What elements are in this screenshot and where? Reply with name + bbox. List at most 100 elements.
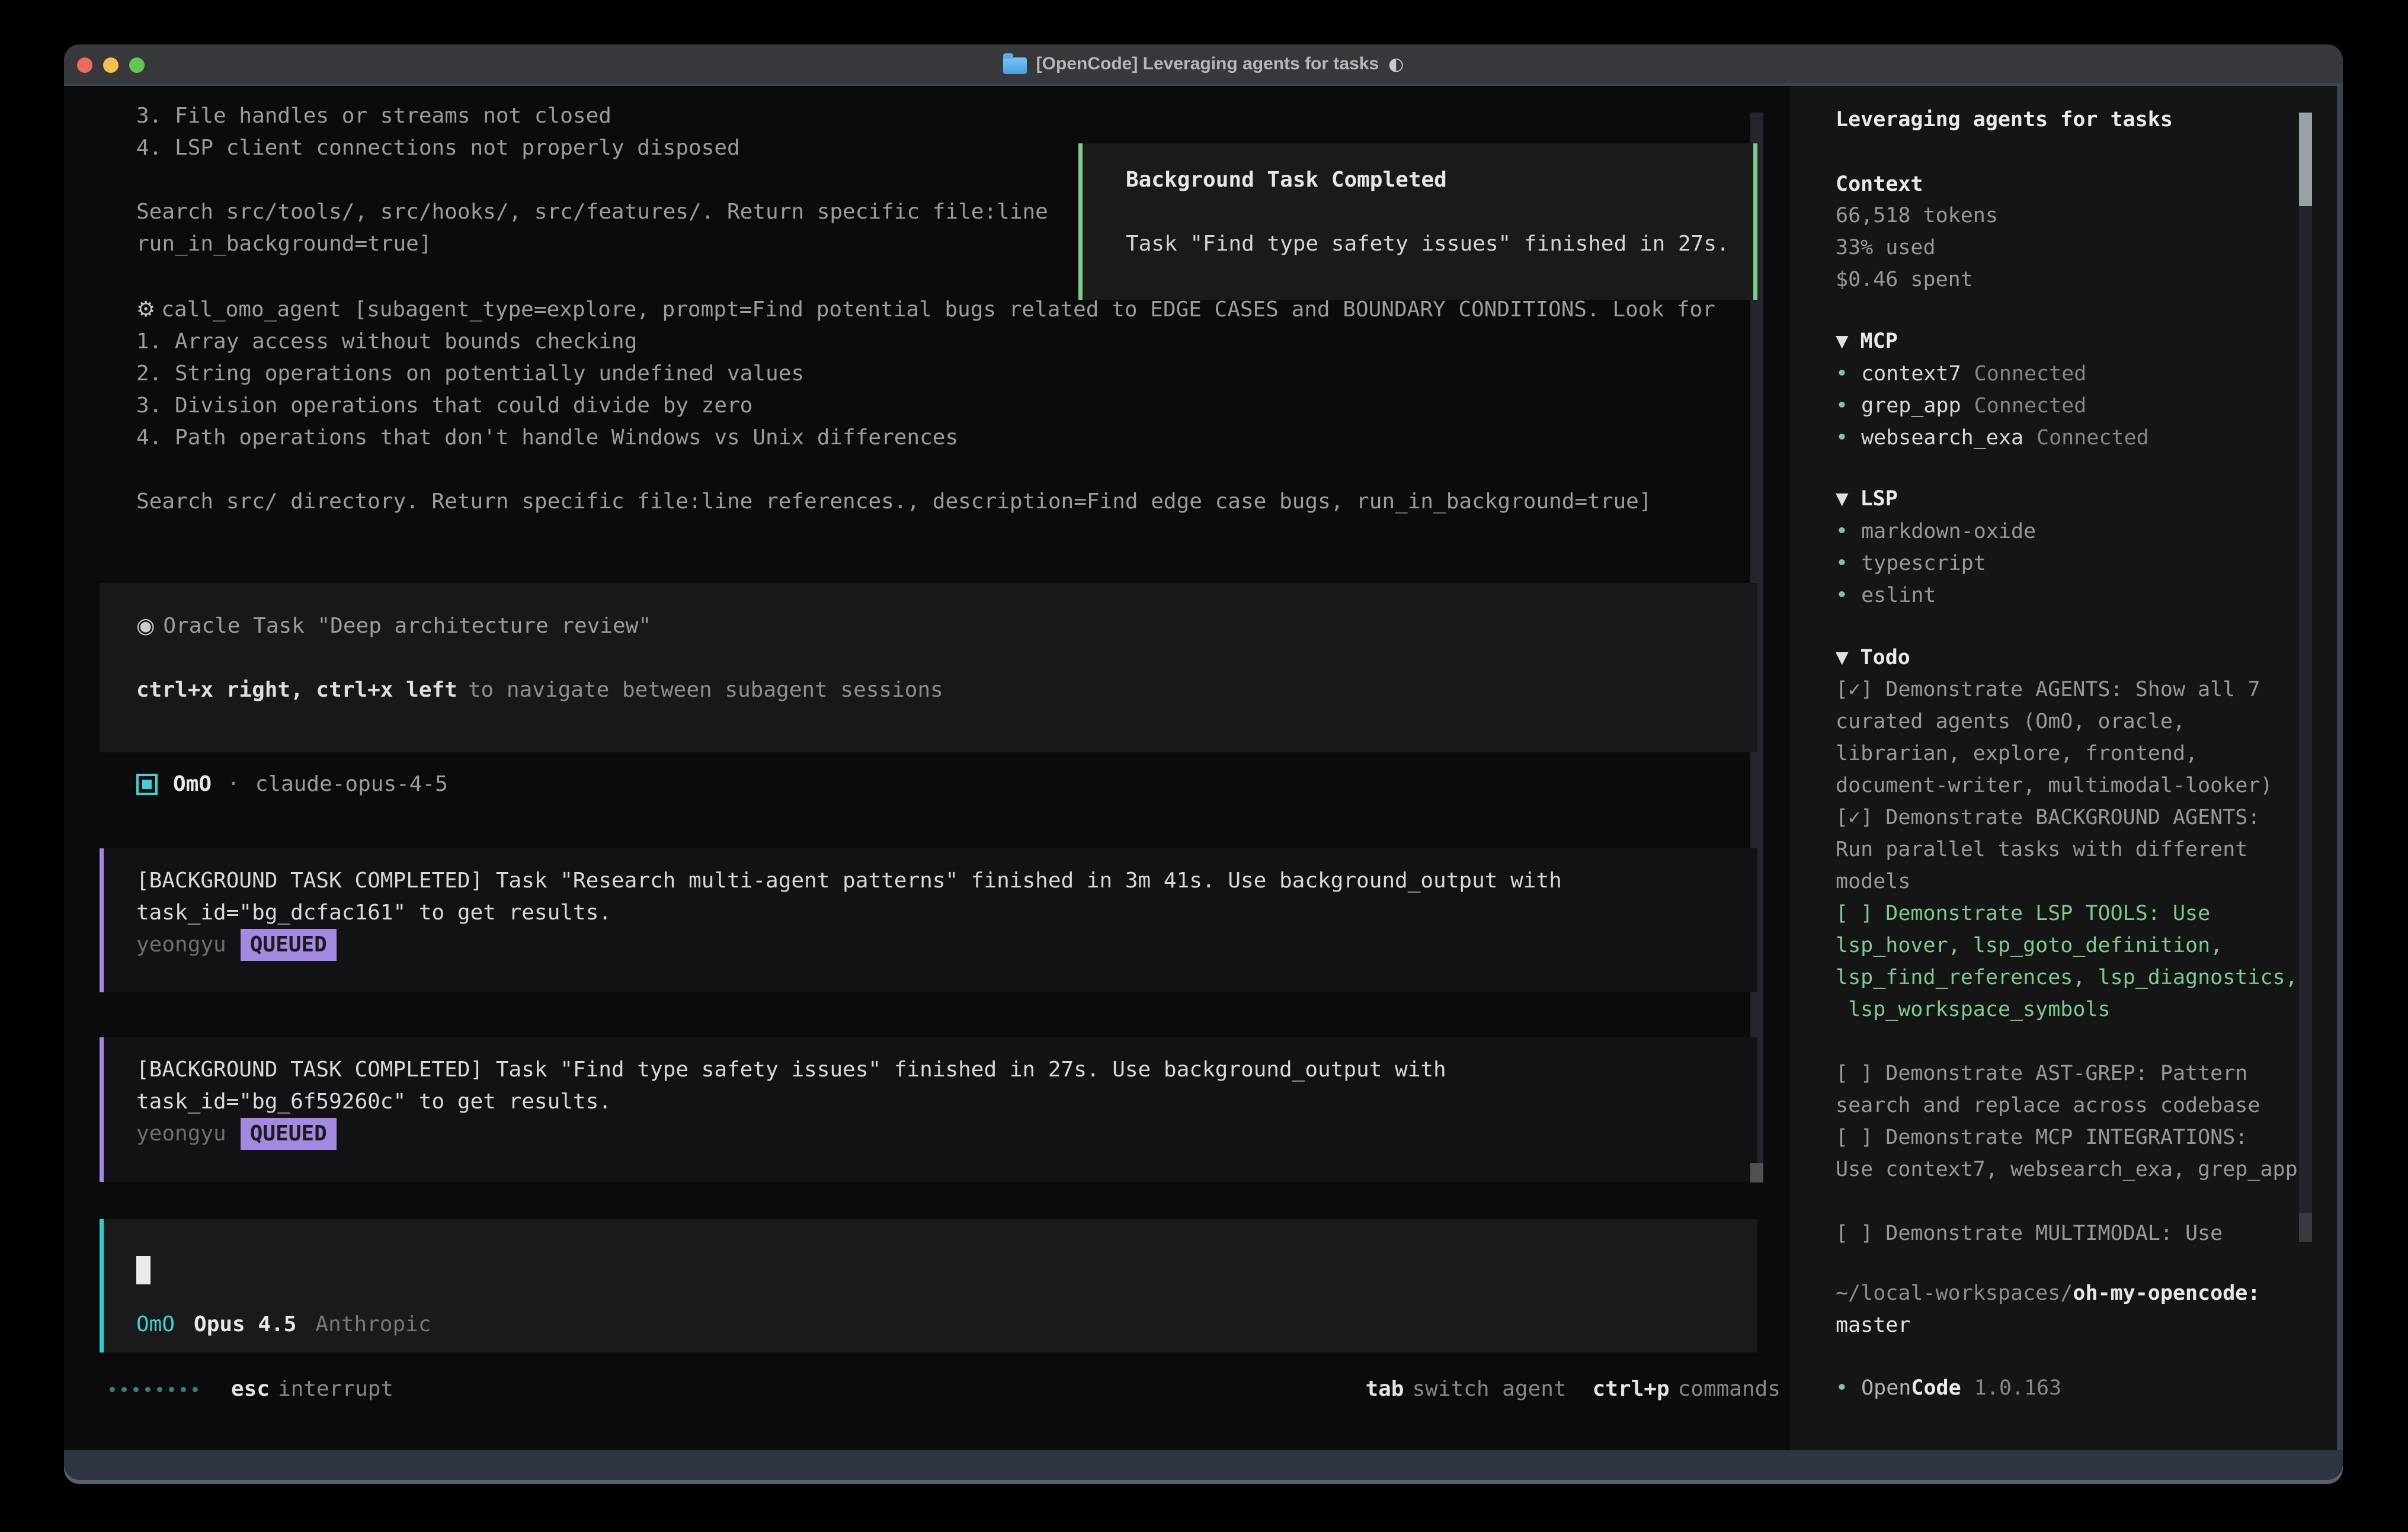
traffic-lights xyxy=(77,57,145,73)
sidebar-scrollbar-end xyxy=(2299,1213,2312,1242)
todo-section-toggle[interactable]: ▼ Todo xyxy=(1836,642,1910,674)
chevron-down-icon: ▼ xyxy=(1836,483,1849,515)
agent-call-body: 1. Array access without bounds checking … xyxy=(136,326,1736,518)
oracle-task-card[interactable]: ◉Oracle Task "Deep architecture review" … xyxy=(100,583,1757,752)
moon-progress-icon: ◐ xyxy=(1388,54,1404,75)
oracle-task-title-row: ◉ Oracle Task "Deep architecture review" xyxy=(136,610,1757,642)
lsp-item: • eslint xyxy=(1836,579,2036,611)
folder-icon xyxy=(1003,57,1027,74)
chevron-down-icon: ▼ xyxy=(1836,325,1849,357)
status-bar: esc interrupt tab switch agent ctrl+p co… xyxy=(110,1373,1781,1405)
oracle-task-title: Oracle Task "Deep architecture review" xyxy=(163,614,651,638)
agent-model: claude-opus-4-5 xyxy=(255,768,448,800)
lsp-name: typescript xyxy=(1861,547,1986,579)
window-title: [OpenCode] Leveraging agents for tasks xyxy=(1036,54,1379,74)
task-message: [BACKGROUND TASK COMPLETED] Task "Resear… xyxy=(100,848,1757,992)
mcp-name: context7 xyxy=(1861,358,1961,390)
bullet-dot-icon: • xyxy=(1836,390,1848,422)
lsp-section-toggle[interactable]: ▼ LSP xyxy=(1836,483,1898,515)
chevron-down-icon: ▼ xyxy=(1836,642,1849,674)
lsp-item: • markdown-oxide xyxy=(1836,515,2036,547)
mcp-section-toggle[interactable]: ▼ MCP xyxy=(1836,325,1898,357)
sidebar-scrollbar-thumb[interactable] xyxy=(2299,113,2312,206)
bullet-dot-icon: • xyxy=(1836,422,1848,454)
todo-list: [✓] Demonstrate AGENTS: Show all 7 curat… xyxy=(1836,674,2310,1249)
task-message-meta: yeongyu QUEUED xyxy=(136,1118,1757,1150)
mcp-status: Connected xyxy=(2036,422,2149,454)
brand-prefix: Open xyxy=(1861,1376,1911,1400)
mcp-item: • grep_app Connected xyxy=(1836,390,2149,422)
bullet-dot-icon: • xyxy=(1836,358,1848,390)
repo-name: oh-my-opencode: xyxy=(2073,1281,2260,1305)
prompt-input[interactable]: OmO Opus 4.5 Anthropic xyxy=(100,1219,1757,1352)
window-right-border xyxy=(2337,86,2343,1450)
context-stats: 66,518 tokens 33% used $0.46 spent xyxy=(1836,200,1998,296)
window-bottom-bar xyxy=(64,1450,2343,1484)
hint-text: to navigate between subagent sessions xyxy=(468,678,943,702)
mcp-list: • context7 Connected • grep_app Connecte… xyxy=(1836,358,2149,454)
todo-heading: Todo xyxy=(1861,642,1910,674)
toast-title: Background Task Completed xyxy=(1126,164,1753,196)
message-author: yeongyu xyxy=(136,929,226,961)
lsp-name: eslint xyxy=(1861,579,1936,611)
input-model-name[interactable]: Opus 4.5 xyxy=(194,1309,296,1341)
todo-item-completed: [✓] Demonstrate AGENTS: Show all 7 curat… xyxy=(1836,674,2310,802)
input-agent-name: OmO xyxy=(136,1309,175,1341)
tab-key: tab xyxy=(1365,1373,1404,1405)
agent-name: OmO xyxy=(173,768,212,800)
gear-icon: ⚙ xyxy=(136,297,155,322)
commands-hint: ctrl+p commands xyxy=(1593,1373,1781,1405)
bullet-dot-icon: • xyxy=(1836,1372,1848,1404)
task-message-body: [BACKGROUND TASK COMPLETED] Task "Resear… xyxy=(136,865,1757,929)
path-prefix: ~/local-workspaces/ xyxy=(1836,1281,2073,1305)
esc-key: esc xyxy=(231,1373,270,1405)
task-message-meta: yeongyu QUEUED xyxy=(136,929,1757,961)
title-bar: [OpenCode] Leveraging agents for tasks ◐ xyxy=(64,44,2343,86)
background-task-toast: Background Task Completed Task "Find typ… xyxy=(1078,143,1757,300)
context-heading: Context xyxy=(1836,168,1923,200)
separator-dot: · xyxy=(227,768,240,800)
working-spinner-dots xyxy=(110,1387,198,1392)
minimize-button[interactable] xyxy=(103,57,119,73)
hint-keys: ctrl+x right, ctrl+x left xyxy=(136,678,457,702)
session-title: Leveraging agents for tasks xyxy=(1836,104,2173,136)
lsp-heading: LSP xyxy=(1861,483,1898,515)
mcp-item: • context7 Connected xyxy=(1836,358,2149,390)
mcp-status: Connected xyxy=(1974,390,2087,422)
zoom-button[interactable] xyxy=(129,57,145,73)
sidebar-scrollbar-track[interactable] xyxy=(2299,113,2312,1242)
bullet-dot-icon: • xyxy=(1836,547,1848,579)
status-badge: QUEUED xyxy=(241,1118,337,1150)
esc-label: interrupt xyxy=(278,1373,393,1405)
agent-call-header: call_omo_agent [subagent_type=explore, p… xyxy=(161,297,1715,322)
agent-header: OmO · claude-opus-4-5 xyxy=(136,768,448,800)
ctrlp-label: commands xyxy=(1678,1373,1781,1405)
close-button[interactable] xyxy=(77,57,92,73)
status-badge: QUEUED xyxy=(241,929,337,961)
lsp-name: markdown-oxide xyxy=(1861,515,2036,547)
text-cursor xyxy=(136,1256,150,1284)
esc-hint: esc interrupt xyxy=(231,1373,393,1405)
tab-label: switch agent xyxy=(1412,1373,1566,1405)
status-left: esc interrupt xyxy=(110,1373,393,1405)
brand-suffix: Code xyxy=(1911,1376,1961,1400)
brand-version: OpenCode1.0.163 xyxy=(1861,1372,2061,1404)
task-message-body: [BACKGROUND TASK COMPLETED] Task "Find t… xyxy=(136,1054,1757,1118)
todo-item-in-progress: [ ] Demonstrate LSP TOOLS: Use lsp_hover… xyxy=(1836,898,2310,1025)
mcp-item: • websearch_exa Connected xyxy=(1836,422,2149,454)
workspace-path: ~/local-workspaces/oh-my-opencode: maste… xyxy=(1836,1277,2260,1341)
main-scrollbar-thumb[interactable] xyxy=(1750,1163,1763,1182)
version-row: • OpenCode1.0.163 xyxy=(1836,1372,2061,1404)
message-author: yeongyu xyxy=(136,1118,226,1150)
workspace-path-line: ~/local-workspaces/oh-my-opencode: xyxy=(1836,1277,2260,1309)
radio-dot-icon: ◉ xyxy=(136,614,155,638)
window-title-row: [OpenCode] Leveraging agents for tasks ◐ xyxy=(1003,54,1404,75)
agent-square-icon xyxy=(136,774,158,795)
status-right: tab switch agent ctrl+p commands xyxy=(1365,1373,1781,1405)
mcp-status: Connected xyxy=(1974,358,2087,390)
bullet-dot-icon: • xyxy=(1836,579,1848,611)
todo-item-pending: [ ] Demonstrate AST-GREP: Pattern search… xyxy=(1836,1057,2310,1121)
mcp-name: websearch_exa xyxy=(1861,422,2023,454)
task-message: [BACKGROUND TASK COMPLETED] Task "Find t… xyxy=(100,1037,1757,1182)
lsp-item: • typescript xyxy=(1836,547,2036,579)
